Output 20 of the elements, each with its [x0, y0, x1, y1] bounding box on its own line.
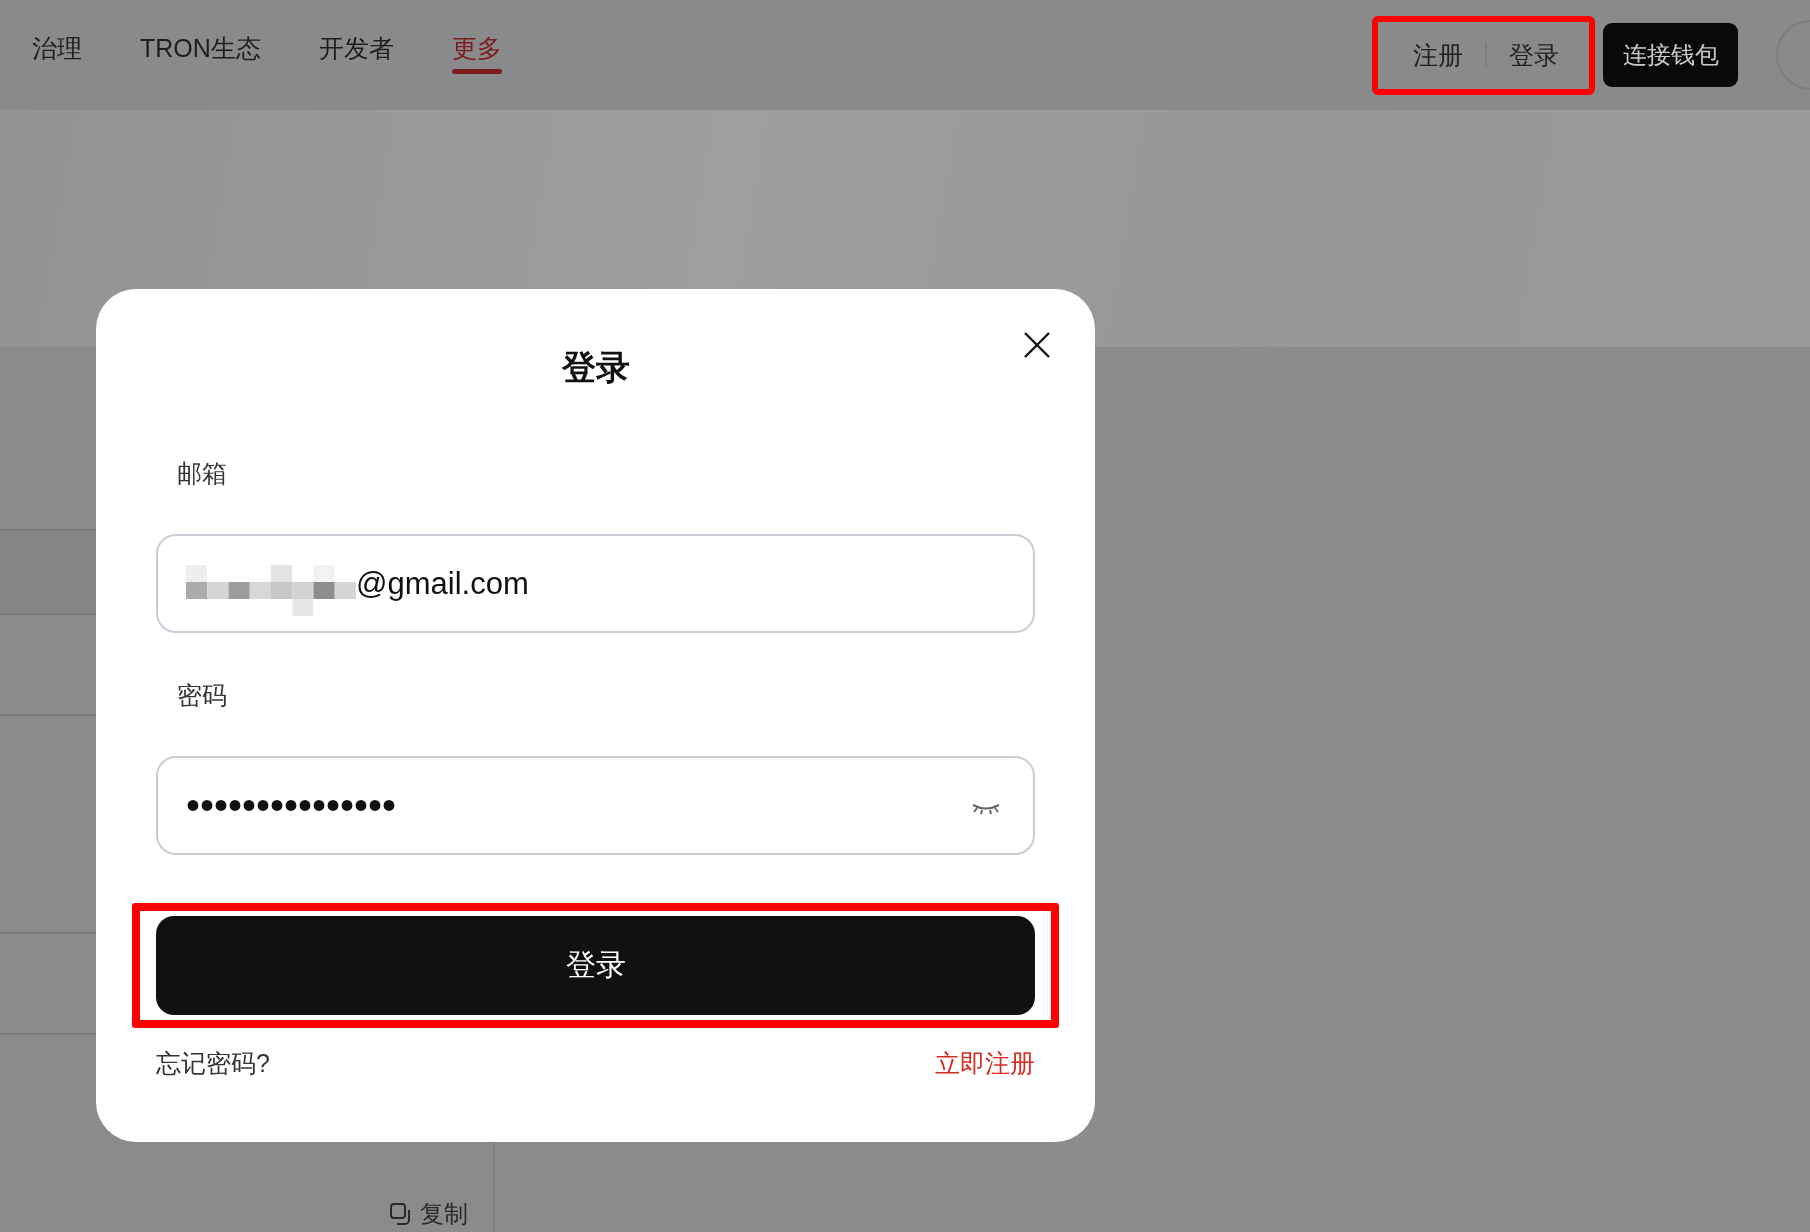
nav-tab[interactable]: 开发者 — [318, 0, 394, 103]
register-link[interactable]: 注册 — [1413, 38, 1463, 72]
copy-icon — [390, 1203, 412, 1225]
email-value: @gmail.com — [356, 565, 529, 602]
copy-link[interactable]: 复制 — [390, 1198, 468, 1230]
connect-wallet-button[interactable]: 连接钱包 — [1603, 23, 1738, 87]
login-button[interactable]: 登录 — [156, 916, 1035, 1015]
eye-closed-icon[interactable] — [971, 801, 1001, 816]
forgot-password-link[interactable]: 忘记密码? — [156, 1047, 270, 1080]
login-link[interactable]: 登录 — [1509, 38, 1559, 72]
register-link[interactable]: 立即注册 — [935, 1047, 1035, 1080]
password-value: ••••••••••••••• — [186, 783, 397, 828]
password-field[interactable]: ••••••••••••••• — [156, 756, 1035, 855]
email-field[interactable]: @gmail.com — [156, 534, 1035, 633]
email-label: 邮箱 — [177, 458, 228, 489]
nav-tab[interactable]: 更多 — [451, 0, 502, 103]
password-label: 密码 — [177, 680, 228, 711]
nav-tab[interactable]: 治理 — [32, 0, 82, 103]
nav-tab[interactable]: TRON生态 — [140, 0, 261, 103]
dialog-title: 登录 — [560, 347, 631, 387]
